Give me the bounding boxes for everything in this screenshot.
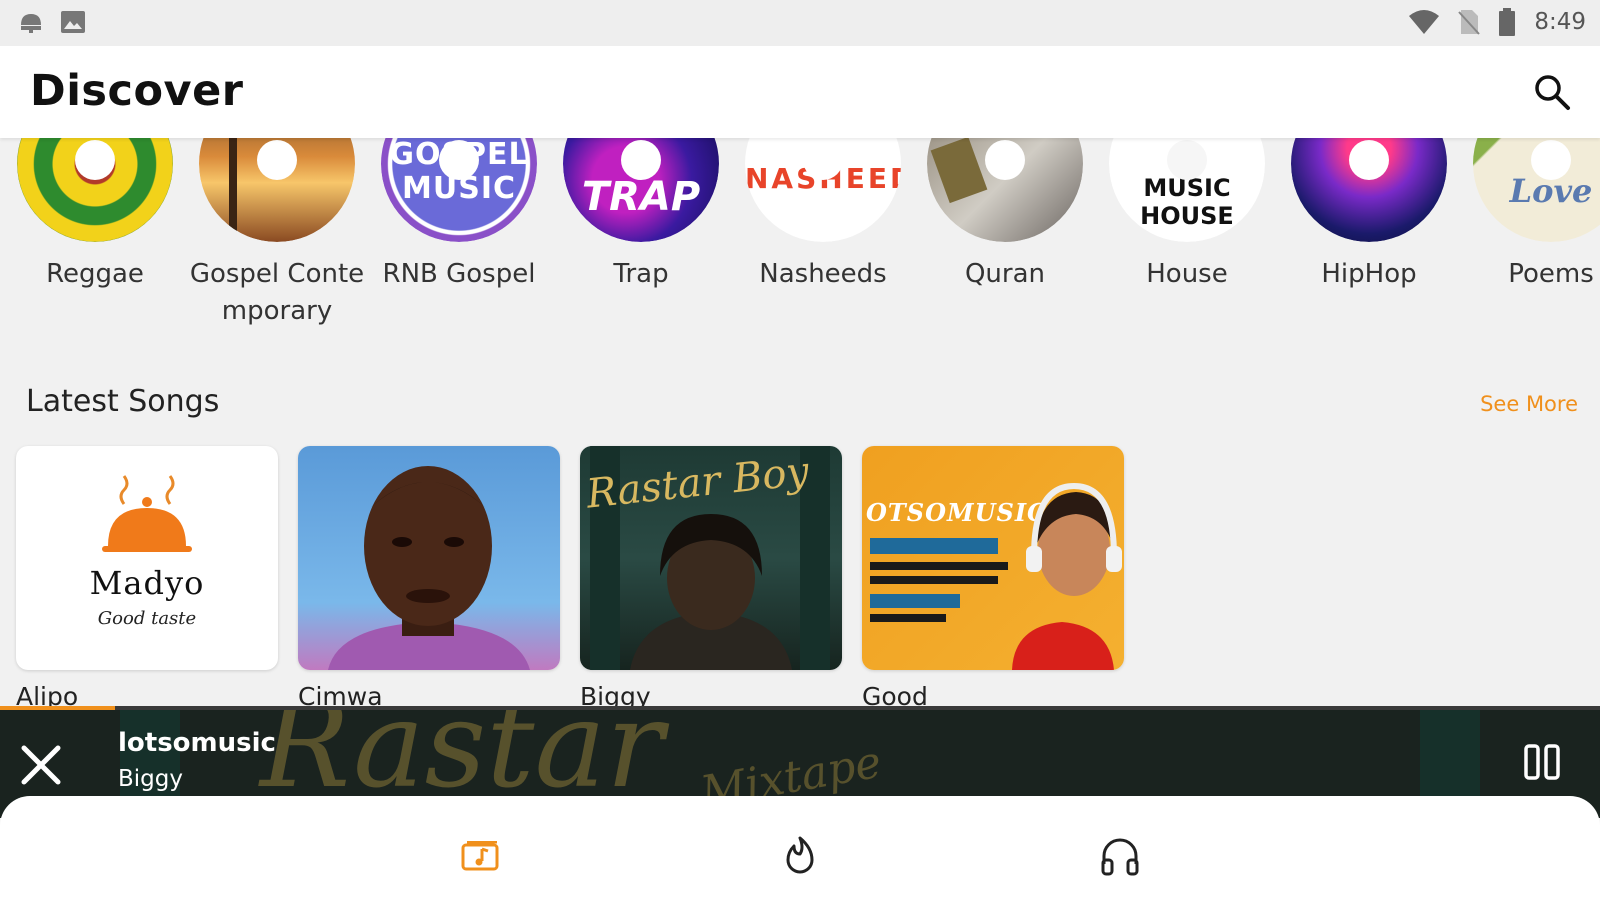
battery-icon — [1499, 8, 1516, 36]
category-rnb-gospel[interactable]: GOSPEL MUSIC RNB Gospel — [368, 138, 550, 293]
section-title-latest-songs: Latest Songs — [26, 384, 220, 419]
song-title: Good — [862, 682, 928, 708]
song-title: Cimwa — [298, 682, 383, 708]
woman-headphones-image — [1012, 482, 1122, 670]
nav-trending[interactable] — [778, 834, 822, 878]
status-time: 8:49 — [1534, 9, 1586, 35]
see-more-link[interactable]: See More — [1480, 392, 1578, 416]
category-label: Gospel Contemporary — [189, 259, 365, 326]
category-quran[interactable]: Quran — [914, 138, 1096, 293]
category-art-quran — [927, 138, 1083, 242]
status-bar: 8:49 — [0, 0, 1600, 46]
category-art-gospel-contemporary — [199, 138, 355, 242]
no-sim-icon — [1458, 10, 1481, 35]
playback-progress-fill — [0, 706, 116, 710]
category-gospel-contemporary[interactable]: Gospel Contemporary — [186, 138, 368, 330]
close-player-button[interactable] — [18, 742, 64, 788]
song-card-good[interactable]: OTSOMUSIC Good — [862, 446, 1124, 708]
pause-icon[interactable] — [1522, 742, 1562, 782]
category-art-nasheeds: NASHEED — [745, 138, 901, 242]
cloche-logo-icon — [102, 475, 192, 552]
app-bar: Discover — [0, 46, 1600, 138]
category-nasheeds[interactable]: NASHEED Nasheeds — [732, 138, 914, 293]
android-notification-icon — [21, 14, 41, 33]
category-label: Poems — [1508, 259, 1594, 289]
category-art-reggae — [17, 138, 173, 242]
category-label: House — [1146, 259, 1228, 289]
category-house[interactable]: MUSIC HOUSE House — [1096, 138, 1278, 293]
image-notification-icon — [61, 11, 85, 33]
category-label: RNB Gospel — [382, 259, 536, 289]
page-title: Discover — [30, 66, 244, 116]
category-trap[interactable]: TRAP Trap — [550, 138, 732, 293]
playback-progress-bar[interactable] — [0, 706, 1600, 710]
category-label: Quran — [964, 259, 1046, 289]
category-art-hiphop — [1291, 138, 1447, 242]
player-app-name: lotsomusic — [118, 728, 276, 758]
category-art-rnb-gospel: GOSPEL MUSIC — [381, 138, 537, 242]
song-art: Madyo Good taste — [16, 446, 278, 670]
category-label: Reggae — [46, 259, 144, 289]
category-reggae[interactable]: Reggae — [4, 138, 186, 293]
headphones-icon[interactable] — [1098, 834, 1142, 878]
category-label: HipHop — [1321, 259, 1417, 289]
player-artist: Biggy — [118, 766, 183, 792]
song-title: Biggy — [580, 682, 651, 708]
song-title: Alipo — [16, 682, 79, 708]
search-button[interactable] — [1532, 72, 1572, 112]
category-hiphop[interactable]: HipHop — [1278, 138, 1460, 293]
category-poems[interactable]: Love Poems — [1460, 138, 1600, 293]
song-card-cimwa[interactable]: Cimwa — [298, 446, 560, 708]
song-art: Rastar Boy — [580, 446, 842, 670]
close-icon[interactable] — [18, 742, 64, 788]
portrait-image — [328, 466, 530, 670]
nav-library[interactable] — [458, 834, 502, 878]
song-card-alipo[interactable]: Madyo Good taste Alipo — [16, 446, 278, 708]
nav-headphones[interactable] — [1098, 834, 1142, 878]
pause-button[interactable] — [1522, 742, 1562, 782]
song-art: OTSOMUSIC — [862, 446, 1124, 670]
library-icon[interactable] — [458, 834, 502, 878]
search-icon[interactable] — [1532, 72, 1572, 112]
song-art-subtitle: Good taste — [97, 608, 197, 629]
category-art-poems: Love — [1473, 138, 1600, 242]
category-carousel[interactable]: Reggae Gospel Contemporary GOSPEL MUSIC … — [0, 138, 1600, 338]
category-label: Trap — [613, 259, 669, 289]
song-art — [298, 446, 560, 670]
song-card-biggy[interactable]: Rastar Boy Biggy — [580, 446, 842, 708]
bottom-navigation — [0, 796, 1600, 900]
trending-icon[interactable] — [778, 834, 822, 878]
category-art-house: MUSIC HOUSE — [1109, 138, 1265, 242]
category-label: Nasheeds — [759, 259, 887, 289]
category-art-trap: TRAP — [563, 138, 719, 242]
song-art-logo: Madyo — [89, 564, 205, 602]
wifi-icon — [1409, 10, 1440, 34]
